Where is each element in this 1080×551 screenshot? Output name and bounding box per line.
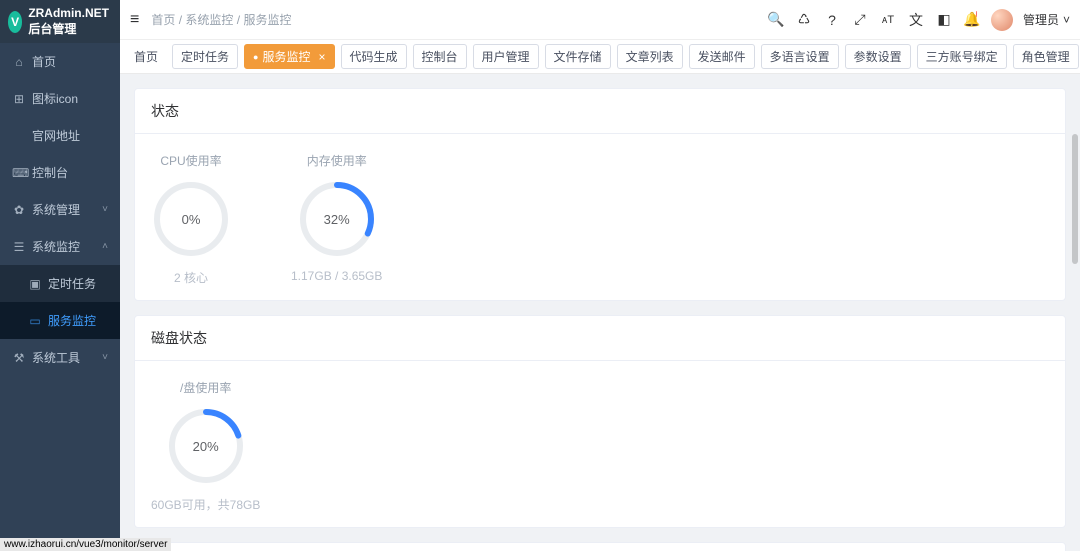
gauge-ring: 32% (297, 179, 377, 259)
sidebar-subitem-cron[interactable]: ▣ 定时任务 (0, 265, 120, 302)
sidebar: V ZRAdmin.NET后台管理 ⌂首页 ⊞图标icon 官网地址 ⌨控制台 … (0, 0, 120, 551)
tab[interactable]: 角色管理 (1013, 44, 1079, 69)
fullscreen-icon[interactable]: ⤢ (851, 11, 869, 29)
gauge-ring: 0% (151, 179, 231, 259)
sidebar-submenu: ▣ 定时任务 ▭ 服务监控 (0, 265, 120, 339)
hamburger-icon[interactable]: ≡ (130, 11, 139, 29)
tab[interactable]: 文件存储 (545, 44, 611, 69)
sidebar-subitem-server[interactable]: ▭ 服务监控 (0, 302, 120, 339)
gauge-disk: /盘使用率 20% 60GB可用，共78GB (151, 379, 260, 513)
gauge-sub: 2 核心 (151, 269, 231, 286)
tab[interactable]: 首页 (126, 45, 166, 68)
sidebar-item-label: 官网地址 (32, 127, 80, 144)
sidebar-item-label: 图标icon (32, 90, 78, 107)
main: ≡ 首页 / 系统监控 / 服务监控 🔍 ♺ ? ⤢ ᴀT 文 ◧ 🔔 管理员 ˅ (120, 0, 1080, 551)
tab[interactable]: 服务监控× (244, 44, 334, 69)
card-disk: 磁盘状态 /盘使用率 20% 60GB可用，共78GB (134, 315, 1066, 528)
github-icon[interactable]: ♺ (795, 11, 813, 29)
chevron-down-icon: ˅ (102, 204, 108, 215)
tab[interactable]: 三方账号绑定 (917, 44, 1007, 69)
gauge-title: 内存使用率 (291, 152, 382, 169)
console-icon: ⌨ (12, 166, 26, 180)
sidebar-item-sysmgr[interactable]: ✿ 系统管理 ˅ (0, 191, 120, 228)
browser-statusbar: www.izhaorui.cn/vue3/monitor/server (0, 538, 171, 551)
grid-icon: ⊞ (12, 92, 26, 106)
font-size-icon[interactable]: ᴀT (879, 11, 897, 29)
tabsbar: 首页定时任务服务监控× 代码生成控制台用户管理文件存储文章列表发送邮件多语言设置参… (120, 40, 1080, 74)
sidebar-item-label: 系统管理 (32, 201, 80, 218)
gauge-value: 32% (297, 179, 377, 259)
gauge-sub: 1.17GB / 3.65GB (291, 269, 382, 283)
sidebar-item-home[interactable]: ⌂ 首页 (0, 43, 120, 80)
content: 状态 CPU使用率 0% 2 核心 内存使用率 (120, 74, 1080, 551)
breadcrumb-current: 服务监控 (243, 13, 291, 27)
gauge-cpu: CPU使用率 0% 2 核心 (151, 152, 231, 286)
sidebar-item-label: 系统监控 (32, 238, 80, 255)
brand-logo: V (8, 11, 22, 33)
chevron-up-icon: ˄ (102, 241, 108, 252)
close-icon[interactable]: × (318, 50, 325, 64)
tab[interactable]: 多语言设置 (761, 44, 839, 69)
avatar[interactable] (991, 9, 1013, 31)
chevron-down-icon: ˅ (102, 352, 108, 363)
chevron-down-icon: ˅ (1063, 13, 1070, 27)
theme-icon[interactable]: ◧ (935, 11, 953, 29)
brand-title: ZRAdmin.NET后台管理 (28, 6, 112, 37)
tab[interactable]: 定时任务 (172, 44, 238, 69)
sidebar-item-label: 控制台 (32, 164, 68, 181)
sidebar-item-icon[interactable]: ⊞ 图标icon (0, 80, 120, 117)
task-icon: ▣ (28, 277, 42, 291)
tool-icon: ⚒ (12, 351, 26, 365)
gauge-value: 0% (151, 179, 231, 259)
breadcrumb-parent[interactable]: 系统监控 (185, 13, 233, 27)
user-name: 管理员 (1023, 11, 1059, 28)
tab[interactable]: 参数设置 (845, 44, 911, 69)
server-icon: ▭ (28, 314, 42, 328)
gauge-title: CPU使用率 (151, 152, 231, 169)
sidebar-item-label: 首页 (32, 53, 56, 70)
card-server: 服务器信息 服务器名称 VM-16-4-centos 操作系统 Linux 4.… (134, 542, 1066, 551)
sidebar-item-label: 定时任务 (48, 275, 96, 292)
topbar: ≡ 首页 / 系统监控 / 服务监控 🔍 ♺ ? ⤢ ᴀT 文 ◧ 🔔 管理员 ˅ (120, 0, 1080, 40)
notification-badge (976, 11, 977, 17)
user-menu[interactable]: 管理员 ˅ (1023, 11, 1070, 28)
card-server-title: 服务器信息 (135, 543, 1065, 551)
help-icon[interactable]: ? (823, 11, 841, 29)
gauge-title: /盘使用率 (151, 379, 260, 396)
gear-icon: ✿ (12, 203, 26, 217)
sidebar-item-systool[interactable]: ⚒ 系统工具 ˅ (0, 339, 120, 376)
gauge-ring: 20% (166, 406, 246, 486)
tab[interactable]: 代码生成 (341, 44, 407, 69)
card-disk-title: 磁盘状态 (135, 316, 1065, 361)
search-icon[interactable]: 🔍 (767, 11, 785, 29)
tab[interactable]: 用户管理 (473, 44, 539, 69)
notification-icon[interactable]: 🔔 (963, 11, 981, 29)
gauge-value: 20% (166, 406, 246, 486)
scrollbar[interactable] (1072, 134, 1078, 264)
sidebar-item-label: 系统工具 (32, 349, 80, 366)
card-status-title: 状态 (135, 89, 1065, 134)
monitor-icon: ☰ (12, 240, 26, 254)
sidebar-item-console[interactable]: ⌨ 控制台 (0, 154, 120, 191)
card-status: 状态 CPU使用率 0% 2 核心 内存使用率 (134, 88, 1066, 301)
tab[interactable]: 控制台 (413, 44, 467, 69)
tab[interactable]: 文章列表 (617, 44, 683, 69)
language-icon[interactable]: 文 (907, 11, 925, 29)
home-icon: ⌂ (12, 55, 26, 69)
gauge-mem: 内存使用率 32% 1.17GB / 3.65GB (291, 152, 382, 286)
sidebar-item-label: 服务监控 (48, 312, 96, 329)
brand-row[interactable]: V ZRAdmin.NET后台管理 (0, 0, 120, 43)
gauge-sub: 60GB可用，共78GB (151, 496, 260, 513)
breadcrumb-home[interactable]: 首页 (151, 13, 175, 27)
tab[interactable]: 发送邮件 (689, 44, 755, 69)
sidebar-item-site[interactable]: 官网地址 (0, 117, 120, 154)
sidebar-item-sysmon[interactable]: ☰ 系统监控 ˄ (0, 228, 120, 265)
breadcrumb: 首页 / 系统监控 / 服务监控 (151, 11, 291, 28)
